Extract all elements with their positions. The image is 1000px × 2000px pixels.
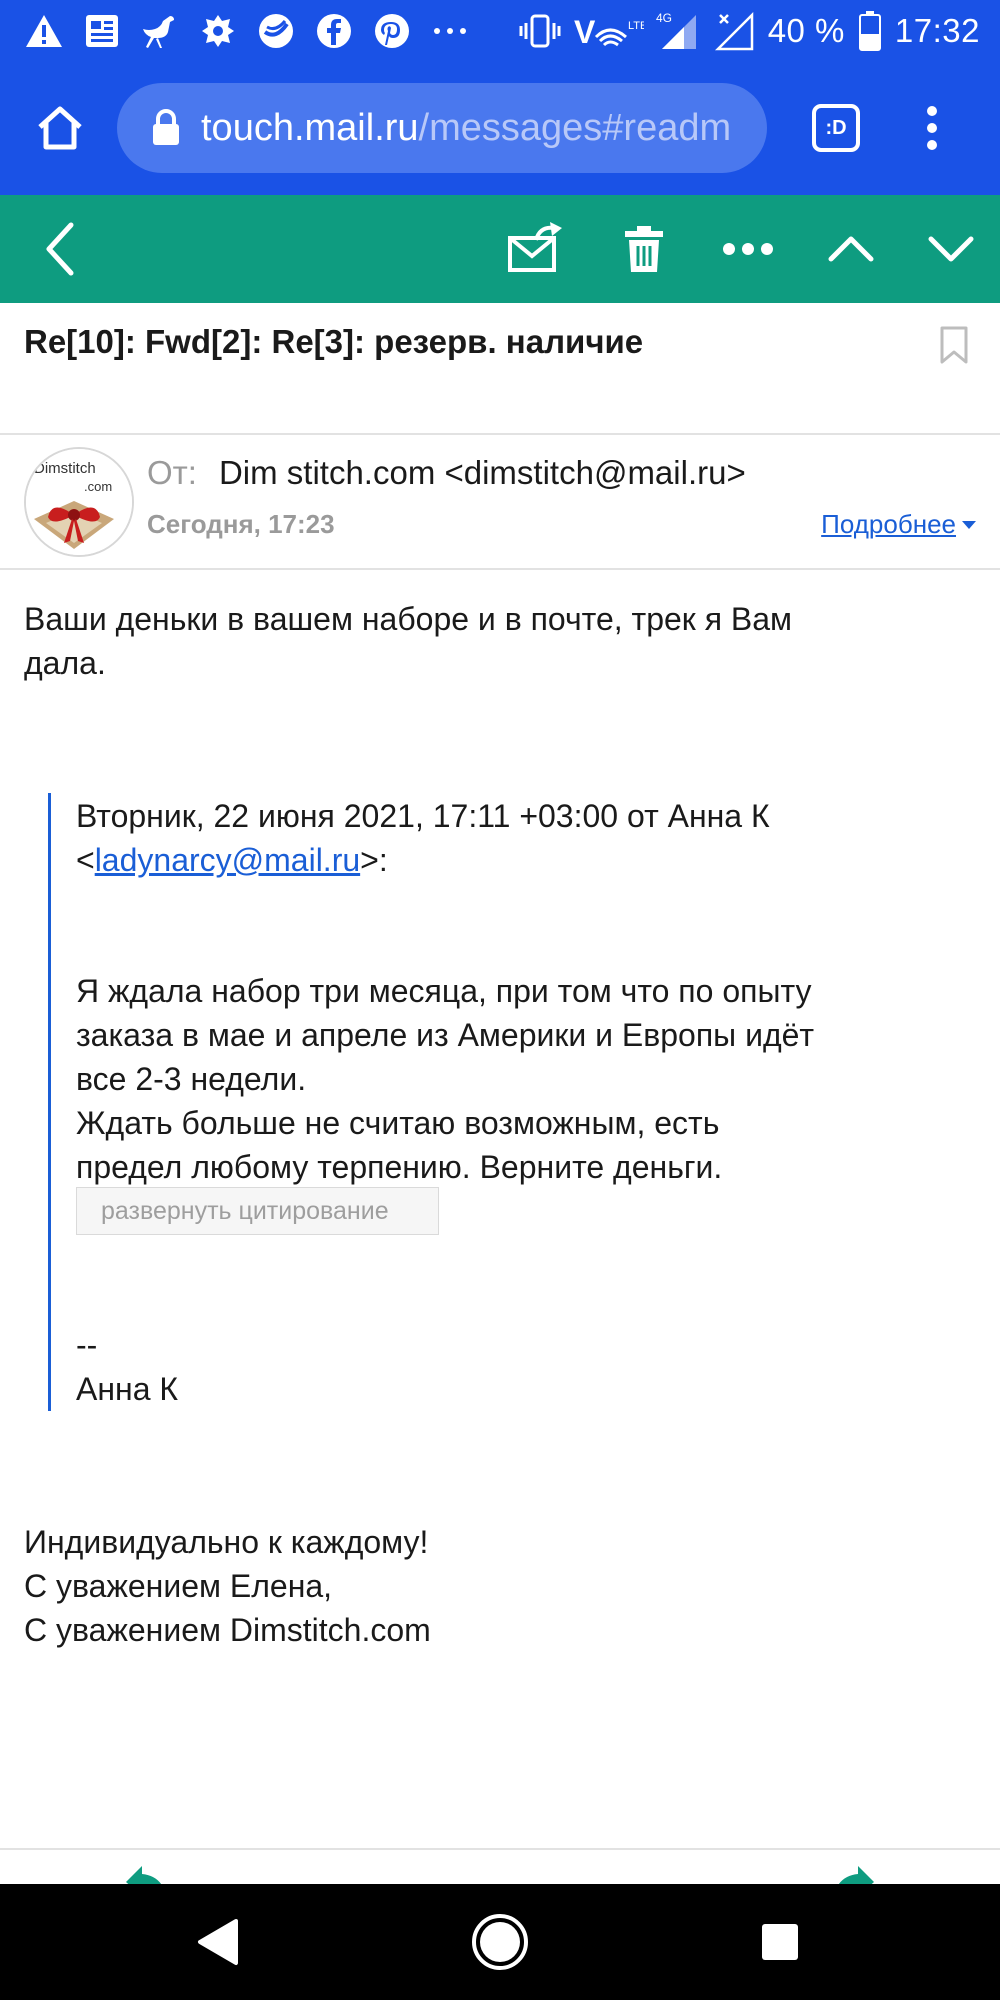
quote-signature-name: Анна К bbox=[76, 1371, 179, 1407]
quote-text: Я ждала набор три месяца, при том что по… bbox=[76, 969, 956, 1189]
home-circle-icon bbox=[472, 1914, 528, 1970]
trash-icon bbox=[625, 226, 663, 272]
signature-line: С уважением Елена, bbox=[24, 1568, 333, 1604]
battery-icon bbox=[857, 9, 883, 53]
sber-icon bbox=[254, 9, 298, 53]
quoted-sender-email-link[interactable]: ladynarcy@mail.ru bbox=[95, 842, 360, 878]
from-label: От: bbox=[147, 454, 197, 491]
signal-no-sim-icon bbox=[712, 9, 756, 53]
browser-menu-button[interactable] bbox=[912, 98, 952, 158]
home-button[interactable] bbox=[28, 96, 92, 160]
next-message-button[interactable] bbox=[911, 209, 991, 289]
back-triangle-icon bbox=[198, 1919, 238, 1965]
quote-line: заказа в мае и апреле из Америки и Европ… bbox=[76, 1017, 815, 1053]
url-field[interactable]: touch.mail.ru/messages#readm bbox=[117, 83, 767, 173]
more-actions-button[interactable] bbox=[708, 209, 788, 289]
body-paragraph: Ваши деньки в вашем наборе и в почте, тр… bbox=[24, 597, 792, 685]
forward-icon bbox=[838, 1866, 874, 1884]
body-line: Ваши деньки в вашем наборе и в почте, тр… bbox=[24, 601, 793, 637]
forward-button[interactable] bbox=[830, 1860, 878, 1884]
battery-percent: 40 % bbox=[767, 12, 845, 49]
browser-chrome: V LTE 4G 40 % 17:32 touch.mail.ru/message… bbox=[0, 0, 1000, 195]
more-icon bbox=[428, 9, 472, 53]
signature: Индивидуально к каждому! С уважением Еле… bbox=[24, 1520, 431, 1652]
quote-header: Вторник, 22 июня 2021, 17:11 +03:00 от А… bbox=[76, 794, 956, 882]
home-icon bbox=[38, 106, 82, 150]
sender-row: Dimstitch .com От: Dim stitch.com <dimsti… bbox=[0, 437, 1000, 570]
bookmark-icon bbox=[940, 326, 968, 364]
tab-switcher-button[interactable]: :D bbox=[812, 104, 860, 152]
more-horizontal-icon bbox=[723, 243, 773, 255]
delete-button[interactable] bbox=[604, 209, 684, 289]
facebook-icon bbox=[312, 9, 356, 53]
chevron-up-icon bbox=[828, 236, 874, 262]
quote-bar bbox=[48, 793, 51, 1411]
quote-signature: -- Анна К bbox=[76, 1323, 956, 1411]
vibrate-icon bbox=[518, 9, 562, 53]
angle-open: < bbox=[76, 842, 95, 878]
reply-icon bbox=[126, 1866, 162, 1884]
quote-line: Ждать больше не считаю возможным, есть bbox=[76, 1105, 720, 1141]
svg-text:V: V bbox=[574, 14, 596, 49]
emblem-icon bbox=[196, 9, 240, 53]
nav-home-button[interactable] bbox=[464, 1906, 536, 1978]
sender-avatar[interactable]: Dimstitch .com bbox=[24, 447, 134, 557]
chevron-down-icon bbox=[928, 236, 974, 262]
ostrich-icon bbox=[138, 9, 182, 53]
signature-line: С уважением Dimstitch.com bbox=[24, 1612, 431, 1648]
url-text: touch.mail.ru/messages#readm bbox=[201, 107, 731, 150]
caret-down-icon bbox=[962, 520, 976, 529]
address-bar-row: touch.mail.ru/messages#readm :D bbox=[0, 78, 1000, 178]
nav-back-button[interactable] bbox=[182, 1906, 254, 1978]
message-date: Сегодня, 17:23 bbox=[147, 509, 335, 539]
body-line: дала. bbox=[24, 645, 106, 681]
svg-text:Dimstitch: Dimstitch bbox=[34, 460, 96, 477]
from-line: От: Dim stitch.com <dimstitch@mail.ru> bbox=[147, 454, 746, 492]
system-nav-bar bbox=[0, 1884, 1000, 2000]
clock: 17:32 bbox=[894, 12, 980, 49]
details-link[interactable]: Подробнее bbox=[821, 509, 976, 540]
notification-icons bbox=[22, 8, 472, 54]
previous-message-button[interactable] bbox=[811, 209, 891, 289]
angle-close: >: bbox=[360, 842, 388, 878]
bookmark-button[interactable] bbox=[938, 325, 970, 365]
move-to-spam-button[interactable] bbox=[496, 209, 576, 289]
svg-text:4G: 4G bbox=[656, 11, 672, 25]
quote-line: предел любому терпению. Верните деньги. bbox=[76, 1149, 723, 1185]
sender-address[interactable]: Dim stitch.com <dimstitch@mail.ru> bbox=[219, 454, 746, 491]
system-icons: V LTE 4G 40 % 17:32 bbox=[518, 8, 980, 54]
bottom-divider bbox=[0, 1848, 1000, 1850]
warning-icon bbox=[22, 9, 66, 53]
details-label: Подробнее bbox=[821, 509, 956, 539]
lock-icon bbox=[153, 109, 179, 145]
signal-4g-icon: 4G bbox=[656, 9, 700, 53]
dimstitch-logo: Dimstitch .com bbox=[26, 449, 132, 555]
signature-line: Индивидуально к каждому! bbox=[24, 1524, 429, 1560]
quote-header-line: Вторник, 22 июня 2021, 17:11 +03:00 от А… bbox=[76, 798, 770, 834]
nav-recents-button[interactable] bbox=[744, 1906, 816, 1978]
chevron-left-icon bbox=[46, 222, 74, 276]
volte-icon: V LTE bbox=[574, 9, 644, 53]
message-toolbar bbox=[0, 195, 1000, 303]
quote-signature-dash: -- bbox=[76, 1327, 98, 1363]
quote-line: Я ждала набор три месяца, при том что по… bbox=[76, 973, 812, 1009]
news-icon bbox=[80, 9, 124, 53]
expand-quote-button[interactable]: развернуть цитирование bbox=[76, 1187, 439, 1235]
subject-row: Re[10]: Fwd[2]: Re[3]: резерв. наличие bbox=[0, 303, 1000, 435]
message-subject: Re[10]: Fwd[2]: Re[3]: резерв. наличие bbox=[24, 323, 644, 360]
url-path: /messages#readm bbox=[418, 106, 732, 149]
svg-text:LTE: LTE bbox=[628, 20, 644, 32]
quote-line: все 2-3 недели. bbox=[76, 1061, 307, 1097]
back-button[interactable] bbox=[20, 209, 100, 289]
status-bar: V LTE 4G 40 % 17:32 bbox=[0, 0, 1000, 62]
reply-button[interactable] bbox=[122, 1860, 170, 1884]
pinterest-icon bbox=[370, 9, 414, 53]
recents-square-icon bbox=[762, 1924, 798, 1960]
url-host: touch.mail.ru bbox=[201, 106, 419, 149]
spam-icon bbox=[508, 222, 562, 272]
quote-header-email-line: <ladynarcy@mail.ru>: bbox=[76, 838, 956, 882]
svg-text:.com: .com bbox=[84, 479, 112, 494]
